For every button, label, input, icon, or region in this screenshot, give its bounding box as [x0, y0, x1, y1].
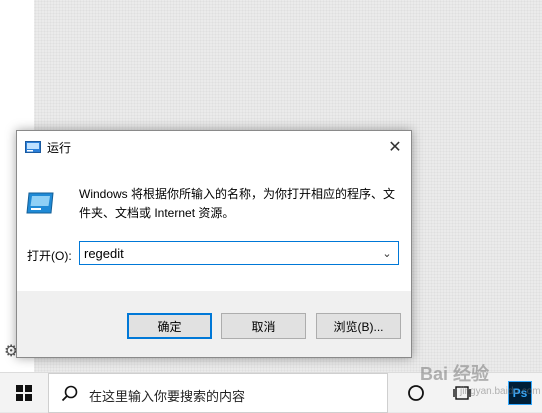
open-input[interactable]	[82, 243, 376, 263]
windows-logo-icon	[16, 385, 32, 401]
browse-button[interactable]: 浏览(B)...	[316, 313, 401, 339]
watermark: Bai 经验 jingyan.baidu.com	[420, 360, 541, 397]
start-button[interactable]	[0, 373, 48, 413]
chevron-down-icon[interactable]: ⌄	[378, 244, 396, 262]
watermark-subtext: jingyan.baidu.com	[460, 386, 541, 397]
search-icon	[61, 385, 78, 402]
open-combobox[interactable]: ⌄	[79, 241, 399, 265]
dialog-description: Windows 将根据你所输入的名称，为你打开相应的程序、文件夹、文档或 Int…	[79, 187, 396, 220]
run-program-icon	[26, 192, 54, 214]
close-icon[interactable]: ✕	[379, 131, 411, 163]
dialog-content: Windows 将根据你所输入的名称，为你打开相应的程序、文件夹、文档或 Int…	[17, 163, 411, 291]
dialog-title: 运行	[47, 141, 72, 155]
taskbar-search-box[interactable]: 在这里输入你要搜索的内容	[48, 373, 388, 413]
title-bar: 运行 ✕	[17, 131, 411, 163]
open-label: 打开(O):	[27, 249, 72, 263]
ok-button[interactable]: 确定	[127, 313, 212, 339]
cancel-button[interactable]: 取消	[221, 313, 306, 339]
watermark-text: Bai 经验	[420, 364, 490, 384]
run-dialog: 运行 ✕ Windows 将根据你所输入的名称，为你打开相应的程序、文件夹、文档…	[16, 130, 412, 358]
search-placeholder: 在这里输入你要搜索的内容	[89, 389, 246, 404]
run-app-icon	[25, 141, 41, 153]
